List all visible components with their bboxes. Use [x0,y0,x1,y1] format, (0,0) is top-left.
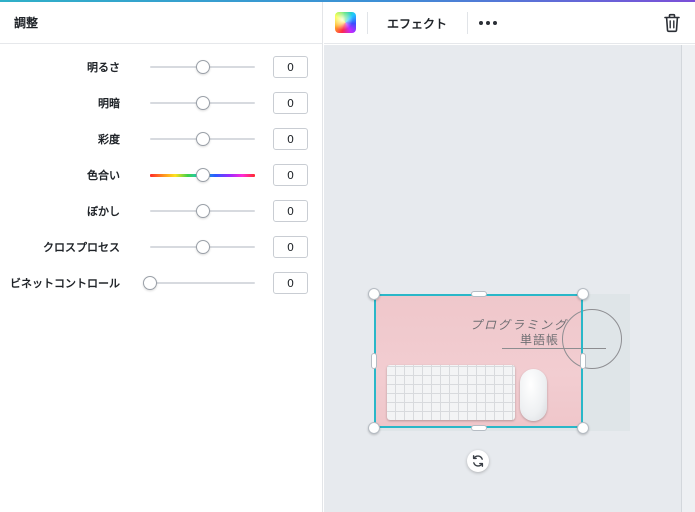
design-canvas[interactable] [324,45,695,512]
vignette-slider-track[interactable] [150,282,255,284]
adjust-row-cross-process: クロスプロセス 0 [0,236,322,258]
adjust-label: クロスプロセス [43,241,120,254]
trash-icon[interactable] [663,13,681,33]
resize-handle-bottom-right[interactable] [577,422,589,434]
adjust-label: 彩度 [98,133,120,146]
resize-handle-right[interactable] [580,353,586,369]
hue-slider-thumb[interactable] [195,168,210,182]
adjust-label: ぼかし [87,205,120,218]
rotate-icon[interactable] [467,450,489,472]
adjust-label: 明暗 [98,97,120,110]
resize-handle-bottom-left[interactable] [368,422,380,434]
contrast-slider-thumb[interactable] [195,96,210,110]
adjust-row-vignette: ビネットコントロール 0 [0,272,322,294]
resize-handle-left[interactable] [371,353,377,369]
brightness-slider-thumb[interactable] [195,60,210,74]
saturation-slider-thumb[interactable] [195,132,210,146]
panel-title: 調整 [14,16,39,30]
vignette-value-input[interactable]: 0 [273,272,308,294]
hue-value-input[interactable]: 0 [273,164,308,186]
vignette-slider-thumb[interactable] [143,276,157,290]
adjust-label: 明るさ [87,61,120,74]
adjust-row-hue: 色合い 0 [0,164,322,186]
adjust-row-saturation: 彩度 0 [0,128,322,150]
resize-handle-bottom[interactable] [471,425,487,431]
adjust-label: ビネットコントロール [10,277,120,290]
resize-handle-top-right[interactable] [577,288,589,300]
cross-process-value-input[interactable]: 0 [273,236,308,258]
more-dots-icon[interactable] [476,13,500,33]
saturation-value-input[interactable]: 0 [273,128,308,150]
adjust-label: 色合い [87,169,120,182]
panel-header: 調整 [0,2,322,44]
selection-frame[interactable] [374,294,583,428]
adjust-row-brightness: 明るさ 0 [0,56,322,78]
color-swatch-icon[interactable] [335,12,356,33]
toolbar-divider [467,12,468,34]
editor-toolbar: エフェクト [324,2,695,44]
canvas-scrollbar[interactable] [681,45,695,512]
adjust-row-blur: ぼかし 0 [0,200,322,222]
brightness-value-input[interactable]: 0 [273,56,308,78]
resize-handle-top-left[interactable] [368,288,380,300]
resize-handle-top[interactable] [471,291,487,297]
toolbar-divider [367,12,368,34]
blur-slider-thumb[interactable] [195,204,210,218]
contrast-value-input[interactable]: 0 [273,92,308,114]
adjust-row-contrast: 明暗 0 [0,92,322,114]
cross-process-slider-thumb[interactable] [195,240,210,254]
blur-value-input[interactable]: 0 [273,200,308,222]
effect-button[interactable]: エフェクト [374,10,460,36]
